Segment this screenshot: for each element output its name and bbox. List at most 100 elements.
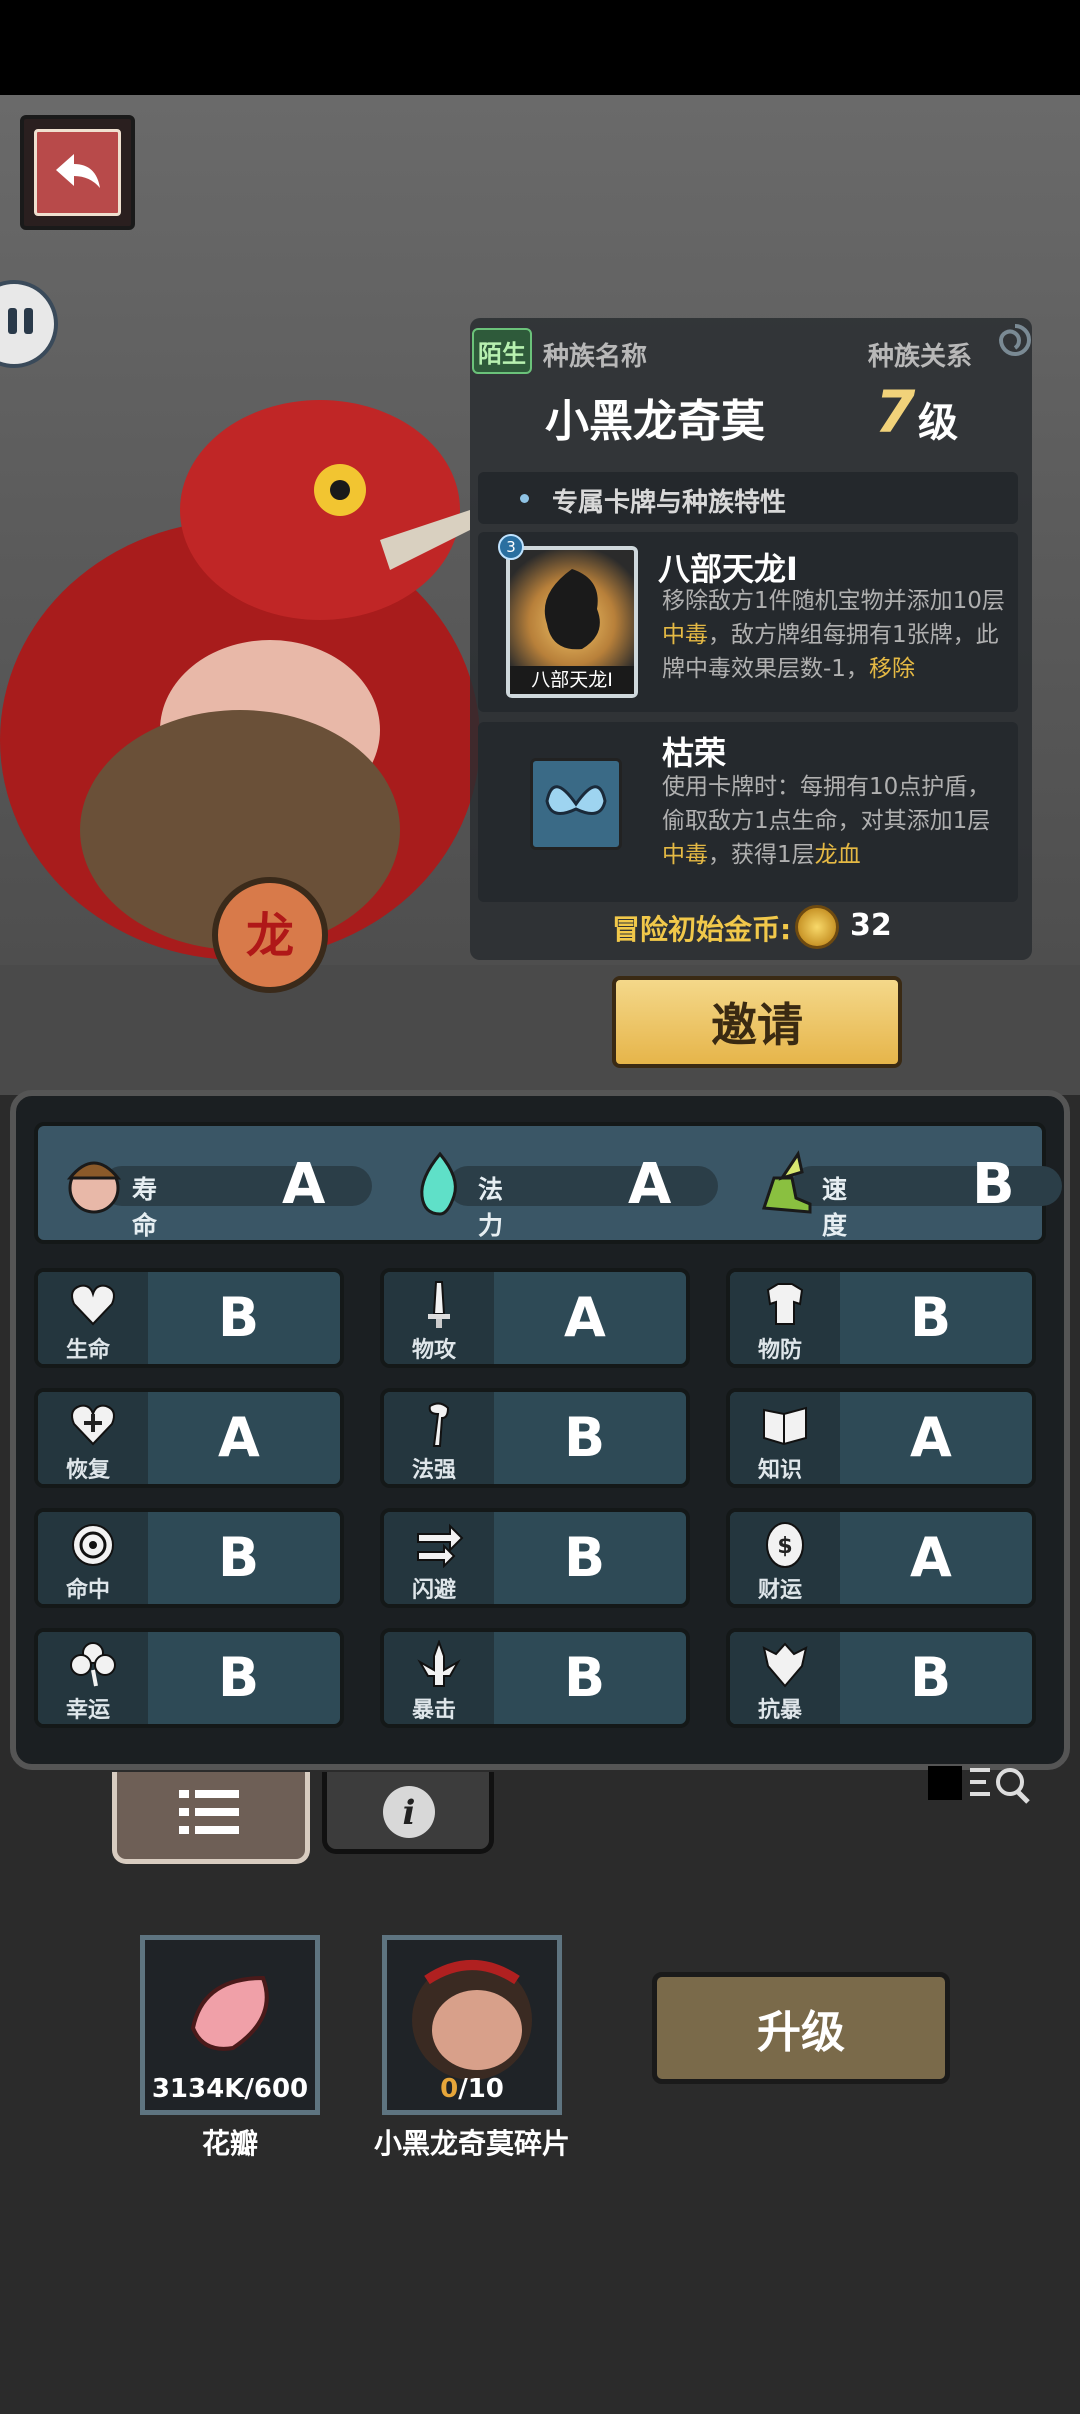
target-icon (72, 1524, 114, 1566)
top-stats-bar: 寿命 A 法力 A 速度 B (34, 1122, 1062, 1244)
info-icon: i (383, 1786, 435, 1838)
card-image[interactable]: 八部天龙Ⅰ (506, 546, 638, 698)
stat-grade: B (910, 1286, 952, 1349)
stat-name: 法强 (412, 1458, 457, 1483)
stat-icon-box: 抗暴 (730, 1632, 840, 1724)
status-bar (0, 0, 1080, 95)
bullet-icon (520, 494, 529, 503)
list-icon (179, 1790, 239, 1834)
stat-grade: B (564, 1526, 606, 1589)
initial-gold-label: 冒险初始金币: (612, 913, 792, 946)
stat-cell[interactable]: 恢复 A (34, 1388, 344, 1488)
stat-icon-box: 恢复 (38, 1392, 148, 1484)
stat-grade: B (218, 1526, 260, 1589)
stat-icon-box: 法强 (384, 1392, 494, 1484)
trait-description: 使用卡牌时：每拥有10点护盾，偷取敌方1点生命，对其添加1层中毒，获得1层龙血 (662, 770, 1012, 872)
qty-have: 3134K (151, 2074, 245, 2104)
stat-grade: B (564, 1406, 606, 1469)
shield-crit-icon (762, 1642, 808, 1688)
tab-list[interactable] (112, 1772, 310, 1864)
desc-highlight-poison: 中毒 (662, 842, 708, 868)
filter-checkbox[interactable] (928, 1766, 962, 1800)
material-shard[interactable]: 0/10 (382, 1935, 562, 2115)
gold-coin-icon (795, 905, 839, 949)
stat-cell[interactable]: 命中 B (34, 1508, 344, 1608)
stat-grade: B (564, 1646, 606, 1709)
relation-level-number: 7 (875, 378, 916, 446)
stat-cell[interactable]: $ 财运 A (726, 1508, 1036, 1608)
upgrade-button[interactable]: 升级 (652, 1972, 950, 2084)
sword-icon (428, 1281, 450, 1328)
back-button[interactable] (20, 115, 135, 230)
tab-info[interactable]: i (322, 1772, 494, 1854)
exclusive-card-row[interactable]: 八部天龙Ⅰ 3 八部天龙Ⅰ 移除敌方1件随机宝物并添加10层中毒，敌方牌组每拥有… (478, 532, 1018, 712)
stat-grade: A (218, 1406, 260, 1469)
material-name: 小黑龙奇莫碎片 (373, 2127, 570, 2160)
stat-cell[interactable]: 暴击 B (380, 1628, 690, 1728)
winged-boot-icon (761, 1150, 812, 1214)
dragon-silhouette-icon (544, 569, 600, 650)
material-petal[interactable]: 3134K/600 (140, 1935, 320, 2115)
svg-text:龙: 龙 (246, 908, 294, 964)
stat-grade: A (628, 1152, 672, 1217)
dodge-arrows-icon (417, 1523, 464, 1568)
swirl-icon (998, 324, 1031, 356)
stat-icon-box: 物攻 (384, 1272, 494, 1364)
stat-grade: B (972, 1152, 1015, 1217)
filter-search-button[interactable] (918, 1756, 1044, 1810)
stat-cell[interactable]: 抗暴 B (726, 1628, 1036, 1728)
stat-cell[interactable]: 物防 B (726, 1268, 1036, 1368)
card-caption: 八部天龙Ⅰ (510, 666, 634, 694)
stat-cell[interactable]: 法强 B (380, 1388, 690, 1488)
stat-name: 命中 (66, 1578, 111, 1603)
crit-icon (417, 1640, 461, 1687)
stat-cell[interactable]: 幸运 B (34, 1628, 344, 1728)
stat-name: 物防 (758, 1338, 803, 1363)
race-relation-label: 种族关系 (868, 342, 973, 372)
stat-icon-box: 知识 (730, 1392, 840, 1484)
stat-name: 生命 (66, 1338, 111, 1363)
heart-icon (71, 1284, 115, 1326)
dragon-monster-image: 龙 (0, 400, 480, 993)
stat-icon-box: 命中 (38, 1512, 148, 1604)
svg-text:$: $ (777, 1534, 792, 1559)
section-title: 专属卡牌与种族特性 (552, 488, 787, 518)
lifespan-icon (66, 1161, 122, 1214)
stat-grade: A (910, 1406, 952, 1469)
desc-highlight-dragonblood: 龙血 (814, 842, 861, 868)
race-trait-row[interactable]: 枯荣 使用卡牌时：每拥有10点护盾，偷取敌方1点生命，对其添加1层中毒，获得1层… (478, 722, 1018, 902)
stat-cell[interactable]: 知识 A (726, 1388, 1036, 1488)
desc-highlight-remove: 移除 (868, 656, 915, 682)
stat-cell[interactable]: 物攻 A (380, 1268, 690, 1368)
desc-text: 移除敌方1件随机宝物并添加10层 (662, 588, 1005, 614)
stat-name: 财运 (758, 1578, 803, 1603)
stat-icon-box: 闪避 (384, 1512, 494, 1604)
desc-text: 使用卡牌时：每拥有10点护盾，偷取敌方1点生命，对其添加1层 (662, 774, 991, 834)
stat-name: 知识 (758, 1458, 803, 1483)
pause-icon-bar (24, 308, 33, 334)
stat-name: 幸运 (66, 1698, 111, 1723)
coin-icon: $ (766, 1522, 804, 1568)
stat-name: 寿命 (132, 1175, 158, 1240)
stat-grade: B (910, 1646, 952, 1709)
stat-grade: B (218, 1646, 260, 1709)
dragon-portrait-icon (412, 1960, 532, 2080)
desc-text-2: ，获得1层 (708, 842, 815, 868)
stat-name: 闪避 (412, 1578, 457, 1603)
stat-name: 抗暴 (758, 1698, 803, 1723)
desc-highlight-poison: 中毒 (662, 622, 708, 648)
invite-button[interactable]: 邀请 (612, 976, 902, 1068)
stat-icon-box: 生命 (38, 1272, 148, 1364)
relation-tag: 陌生 (472, 328, 532, 374)
qty-need: /10 (458, 2074, 504, 2104)
stat-grade: B (218, 1286, 260, 1349)
stat-cell[interactable]: 闪避 B (380, 1508, 690, 1608)
book-icon (763, 1406, 807, 1446)
trait-title: 枯荣 (662, 734, 727, 772)
initial-gold-value: 32 (850, 908, 892, 943)
stat-name: 速度 (822, 1175, 848, 1240)
desc-text-2: ，敌方牌组每拥有1张牌，此牌中毒效果层数-1， (662, 622, 999, 682)
mana-flame-icon (420, 1151, 457, 1216)
stat-grade: A (564, 1286, 606, 1349)
stat-cell[interactable]: 生命 B (34, 1268, 344, 1368)
